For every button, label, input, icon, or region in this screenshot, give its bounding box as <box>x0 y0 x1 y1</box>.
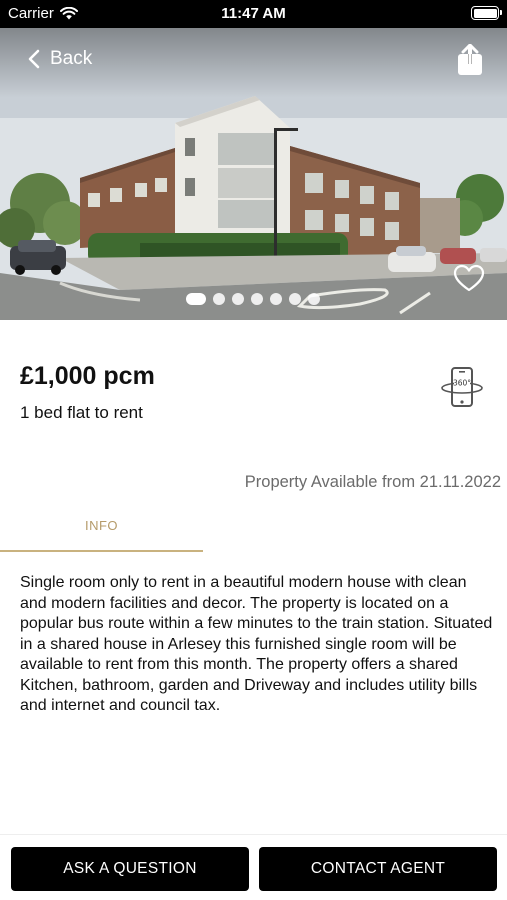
share-button[interactable] <box>457 43 483 81</box>
gallery-dot[interactable] <box>232 293 244 305</box>
tab-info-label: INFO <box>84 518 119 533</box>
tab-active-indicator <box>0 550 203 552</box>
gallery-dot[interactable] <box>186 293 206 305</box>
gallery-dot[interactable] <box>308 293 320 305</box>
back-label: Back <box>50 48 93 69</box>
battery-icon <box>471 6 502 20</box>
availability-text: Property Available from 21.11.2022 <box>244 473 501 491</box>
listing-price: £1,000 pcm <box>20 362 155 390</box>
ask-question-button[interactable]: ASK A QUESTION <box>11 847 249 891</box>
back-button[interactable]: Back <box>28 48 92 70</box>
contact-agent-button[interactable]: CONTACT AGENT <box>259 847 497 891</box>
property-photo-gallery[interactable]: Back <box>0 28 507 320</box>
gallery-pagination[interactable] <box>186 293 320 305</box>
heart-icon <box>453 264 485 292</box>
gallery-dot[interactable] <box>289 293 301 305</box>
gallery-dot[interactable] <box>270 293 282 305</box>
clock: 11:47 AM <box>221 5 286 22</box>
vr-badge-text: 360° <box>453 379 471 388</box>
status-bar: Carrier 11:47 AM <box>0 0 507 28</box>
listing-type: 1 bed flat to rent <box>20 403 143 422</box>
gallery-dot[interactable] <box>251 293 263 305</box>
favorite-button[interactable] <box>453 264 485 297</box>
gallery-dot[interactable] <box>213 293 225 305</box>
chevron-left-icon <box>28 49 40 69</box>
360-view-icon: 360° <box>441 367 483 407</box>
property-description: Single room only to rent in a beautiful … <box>20 574 493 714</box>
virtual-tour-button[interactable]: 360° <box>440 366 484 415</box>
share-icon <box>458 43 482 75</box>
bottom-action-bar: ASK A QUESTION CONTACT AGENT <box>0 834 507 900</box>
tab-info[interactable]: INFO <box>0 516 203 552</box>
